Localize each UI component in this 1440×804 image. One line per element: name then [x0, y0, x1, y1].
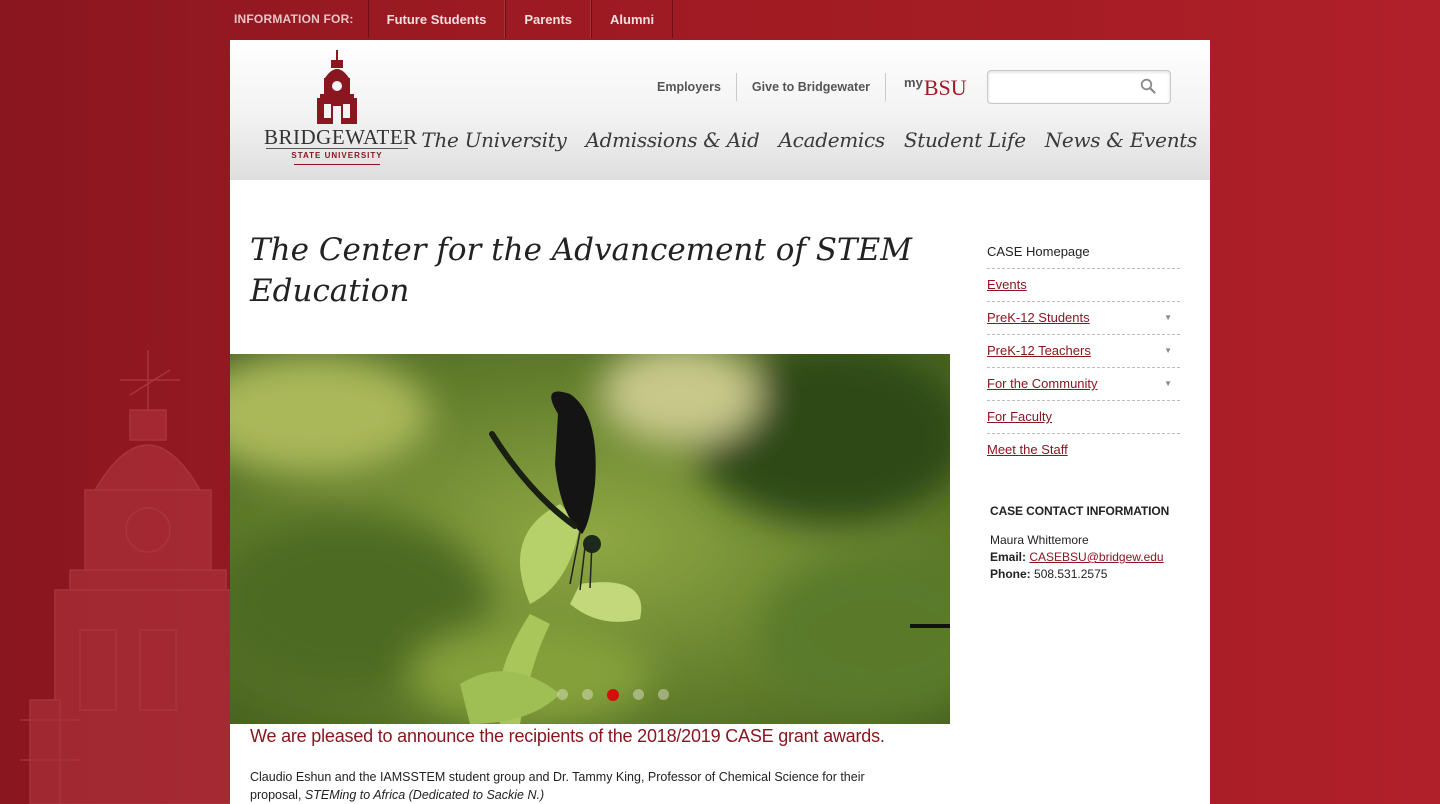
sidebar-item-label: Meet the Staff: [987, 442, 1068, 457]
search-box: [986, 70, 1171, 104]
sidebar-item-case-homepage[interactable]: CASE Homepage: [987, 236, 1180, 269]
mybsu-my: my: [904, 74, 923, 90]
chevron-down-icon[interactable]: ▼: [1164, 368, 1172, 400]
slide-dot-4[interactable]: [633, 689, 644, 700]
nav-admissions-aid[interactable]: Admissions & Aid: [585, 128, 759, 152]
chevron-down-icon[interactable]: ▼: [1164, 302, 1172, 334]
sidebar-item-events[interactable]: Events: [987, 269, 1180, 302]
nav-news-events[interactable]: News & Events: [1045, 128, 1198, 152]
slide-dot-5[interactable]: [658, 689, 669, 700]
logo-rule-top: [266, 148, 408, 149]
chevron-down-icon[interactable]: ▼: [1164, 335, 1172, 367]
university-logo[interactable]: BRIDGEWATER STATE UNIVERSITY: [264, 50, 418, 172]
nav-the-university[interactable]: The University: [421, 128, 566, 152]
hero-slideshow[interactable]: [230, 354, 950, 724]
sidebar-item-label: PreK-12 Students: [987, 310, 1090, 325]
search-icon[interactable]: [1140, 78, 1156, 94]
audience-link-parents[interactable]: Parents: [505, 0, 592, 38]
logo-subtitle: STATE UNIVERSITY: [291, 151, 383, 160]
phone-label: Phone:: [990, 567, 1031, 581]
body-prefix: proposal,: [250, 788, 305, 802]
sidebar-item-prek12-students[interactable]: PreK-12 Students ▼: [987, 302, 1180, 335]
hero-caption-bar: [910, 624, 950, 628]
nav-academics[interactable]: Academics: [779, 128, 886, 152]
sidebar-item-label: PreK-12 Teachers: [987, 343, 1091, 358]
background-tower-illustration: [20, 350, 240, 804]
page-container: BRIDGEWATER STATE UNIVERSITY Employers G…: [230, 40, 1210, 804]
proposal-title: STEMing to Africa (Dedicated to Sackie N…: [304, 788, 545, 802]
clock-tower-logo-icon: [317, 50, 357, 124]
sidebar-item-for-faculty[interactable]: For Faculty: [987, 401, 1180, 434]
audience-link-future-students[interactable]: Future Students: [367, 0, 506, 38]
utility-nav: Employers Give to Bridgewater my BSU: [642, 70, 1171, 104]
utility-divider: [885, 73, 887, 101]
logo-rule-bottom: [294, 164, 380, 165]
site-header: BRIDGEWATER STATE UNIVERSITY Employers G…: [230, 40, 1210, 180]
phone-value: 508.531.2575: [1034, 567, 1108, 581]
announcement-heading: We are pleased to announce the recipient…: [250, 726, 885, 746]
announcement-body: Claudio Eshun and the IAMSSTEM student g…: [250, 768, 950, 804]
hero-image-dragonfly: [230, 354, 950, 724]
logo-wordmark: BRIDGEWATER: [264, 125, 418, 149]
slide-dot-2[interactable]: [582, 689, 593, 700]
mybsu-bsu: BSU: [923, 74, 967, 100]
audience-link-alumni[interactable]: Alumni: [591, 0, 674, 38]
sidebar-item-meet-the-staff[interactable]: Meet the Staff: [987, 434, 1180, 466]
body-line-1: Claudio Eshun and the IAMSSTEM student g…: [250, 770, 865, 784]
sidebar-item-label: Events: [987, 277, 1027, 292]
mybsu-link[interactable]: my BSU: [904, 75, 967, 100]
email-link[interactable]: CASEBSU@bridgew.edu: [1029, 550, 1163, 564]
sidebar-item-label: CASE Homepage: [987, 244, 1090, 259]
nav-student-life[interactable]: Student Life: [904, 128, 1026, 152]
main-nav: The University Admissions & Aid Academic…: [402, 128, 1197, 152]
section-sidebar-nav: CASE Homepage Events PreK-12 Students ▼ P…: [987, 236, 1180, 466]
email-label: Email:: [990, 550, 1027, 564]
sidebar-item-label: For Faculty: [987, 409, 1053, 424]
slideshow-dots: [550, 689, 676, 701]
slide-dot-1[interactable]: [557, 689, 568, 700]
give-link[interactable]: Give to Bridgewater: [737, 74, 885, 100]
slide-dot-3-active[interactable]: [607, 689, 619, 701]
sidebar-item-prek12-teachers[interactable]: PreK-12 Teachers ▼: [987, 335, 1180, 368]
employers-link[interactable]: Employers: [642, 74, 736, 100]
page-title: The Center for the Advancement of STEM E…: [250, 232, 912, 309]
search-input[interactable]: [987, 71, 1144, 101]
sidebar-item-label: For the Community: [987, 376, 1098, 391]
contact-info: CASE CONTACT INFORMATION Maura Whittemor…: [990, 503, 1190, 583]
audience-bar: INFORMATION FOR: Future Students Parents…: [230, 0, 674, 38]
audience-bar-label: INFORMATION FOR:: [234, 12, 354, 26]
contact-heading: CASE CONTACT INFORMATION: [990, 504, 1170, 518]
contact-name: Maura Whittemore: [990, 533, 1089, 547]
sidebar-item-for-the-community[interactable]: For the Community ▼: [987, 368, 1180, 401]
